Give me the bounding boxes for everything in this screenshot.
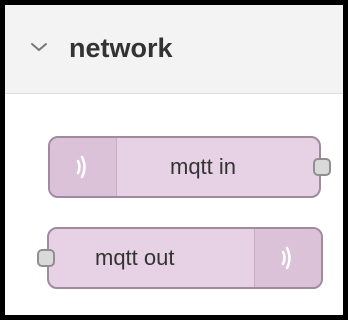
node-icon-cell	[254, 229, 321, 287]
input-port[interactable]	[37, 249, 55, 267]
chevron-down-icon[interactable]	[27, 35, 51, 59]
category-title: network	[69, 33, 173, 63]
palette-frame: network mqtt in mqtt out	[0, 0, 348, 320]
node-icon-cell	[50, 138, 117, 196]
wireless-signal-icon	[281, 246, 291, 270]
wireless-signal-icon	[76, 155, 86, 179]
palette-category-header[interactable]: network	[5, 5, 343, 94]
output-port[interactable]	[313, 158, 331, 176]
node-label: mqtt out	[95, 245, 175, 270]
palette-node-mqtt-in[interactable]: mqtt in	[48, 136, 331, 198]
palette-node-mqtt-out[interactable]: mqtt out	[37, 227, 323, 289]
node-label: mqtt in	[170, 154, 237, 179]
